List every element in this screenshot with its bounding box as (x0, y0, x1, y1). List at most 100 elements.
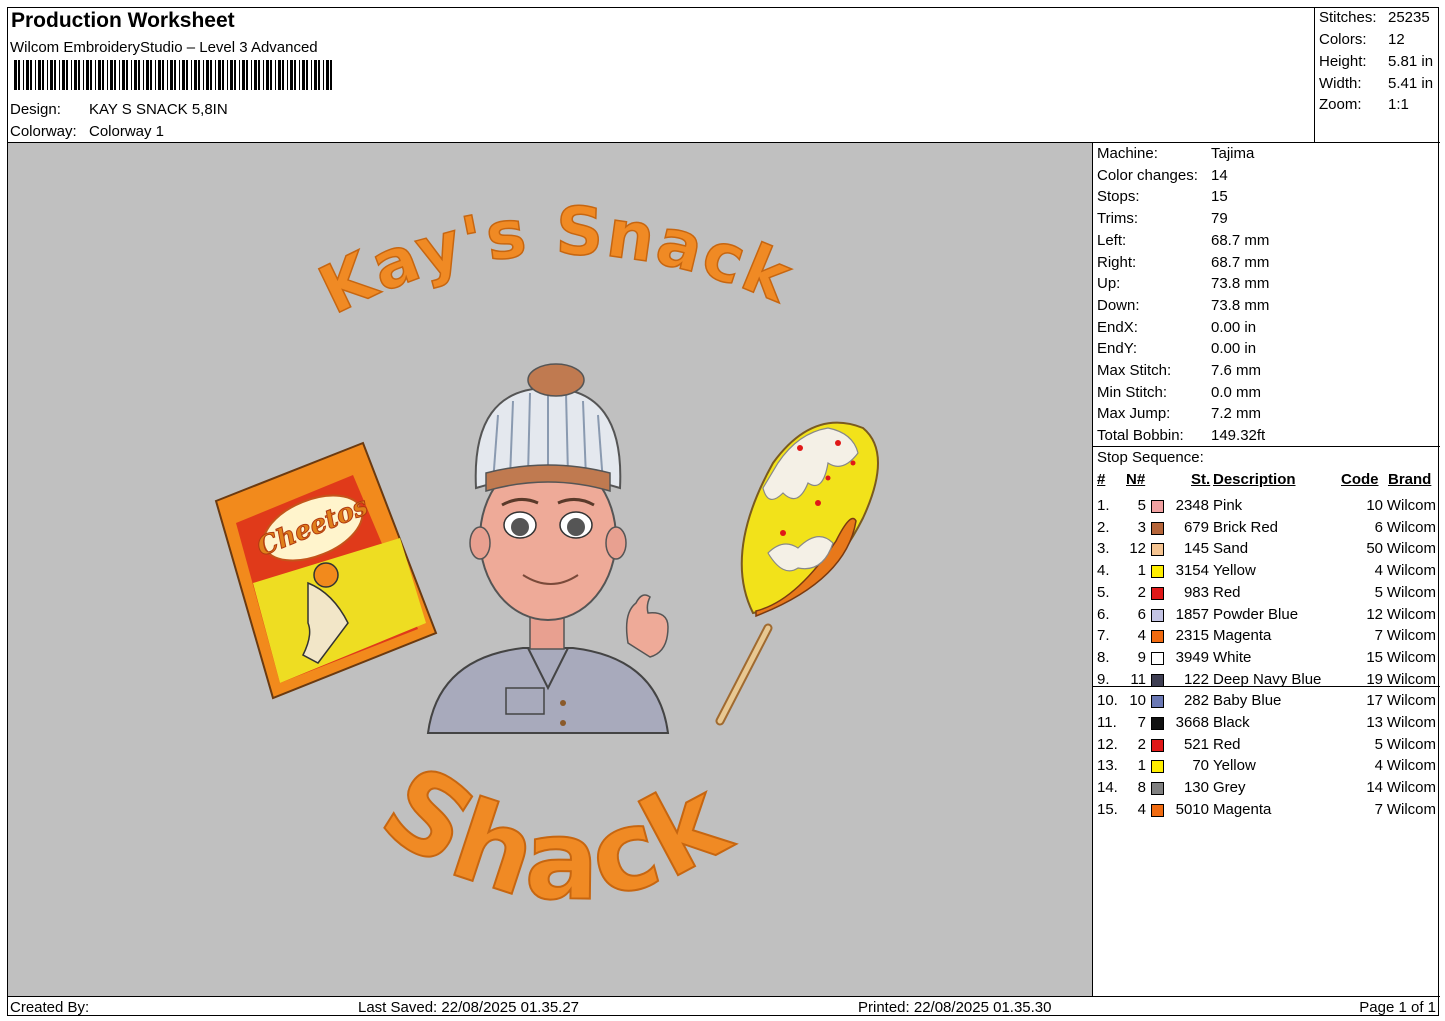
thread-brand: Wilcom (1386, 497, 1436, 514)
info-label: Up: (1097, 275, 1121, 293)
stop-row: 4. 1 3154 Yellow 4 Wilcom (1093, 562, 1440, 583)
color-swatch (1151, 500, 1164, 513)
machine-info-row: EndX: 0.00 in (1097, 319, 1256, 336)
barcode-bar (90, 60, 92, 90)
barcode-bar (323, 60, 324, 90)
barcode-bar (299, 60, 300, 90)
cheetos-bag-graphic: Cheetos (214, 441, 438, 700)
stop-index: 13. (1097, 757, 1118, 775)
info-label: EndX: (1097, 318, 1138, 336)
summary-height: Height: 5.81 in (1319, 53, 1433, 70)
machine-info-row: Trims: 79 (1097, 210, 1228, 227)
needle-number: 12 (1129, 540, 1146, 558)
barcode-bar (150, 60, 152, 90)
thread-brand: Wilcom (1386, 583, 1436, 601)
stitches-label: Stitches: (1319, 9, 1377, 26)
stop-sequence-title: Stop Sequence: (1097, 449, 1204, 466)
color-code: 6 (1374, 518, 1383, 536)
info-label: EndY: (1097, 340, 1138, 358)
top-arc-text: Kay's Snack (308, 193, 804, 330)
width-value: 5.41 in (1388, 75, 1434, 92)
info-value: 15 (1211, 188, 1228, 206)
thread-brand: Wilcom (1386, 518, 1436, 536)
color-description: Yellow (1213, 562, 1256, 580)
color-description: Grey (1213, 779, 1246, 797)
design-name-row: Design: KAY S SNACK 5,8IN (10, 101, 228, 118)
barcode-bar (275, 60, 276, 90)
color-code: 13 (1366, 714, 1383, 731)
barcode-bar (167, 60, 168, 90)
barcode-bar (47, 60, 48, 90)
stop-index: 4. (1097, 562, 1110, 580)
info-value: Tajima (1211, 145, 1255, 162)
printed-date: Printed: 22/08/2025 01.35.30 (858, 999, 1052, 1016)
needle-number: 8 (1137, 779, 1146, 797)
height-value: 5.81 in (1388, 53, 1434, 70)
barcode-bar (162, 60, 164, 90)
color-description: Brick Red (1213, 518, 1279, 536)
worksheet-header: Production Worksheet Wilcom EmbroiderySt… (8, 8, 1314, 143)
col-description: Description (1213, 471, 1296, 488)
color-description: Pink (1213, 497, 1243, 514)
barcode-bar (26, 60, 29, 90)
barcode-bar (86, 60, 89, 90)
col-needle: N# (1126, 471, 1146, 488)
created-by: Created By: (10, 999, 90, 1016)
barcode-bar (330, 60, 332, 90)
barcode-bar (270, 60, 272, 90)
barcode-bar (95, 60, 96, 90)
barcode-bar (158, 60, 161, 90)
machine-info-row: Up: 73.8 mm (1097, 275, 1269, 292)
barcode-bar (114, 60, 116, 90)
stop-row: 8. 9 3949 White 15 Wilcom (1093, 649, 1440, 670)
barcode-bar (266, 60, 269, 90)
stitch-count: 2348 (1175, 497, 1209, 514)
machine-info-row: Right: 68.7 mm (1097, 254, 1269, 271)
color-description: Sand (1213, 540, 1249, 558)
machine-info-row: Max Jump: 7.2 mm (1097, 405, 1261, 422)
barcode-bar (155, 60, 156, 90)
barcode-bar (170, 60, 173, 90)
stop-index: 1. (1097, 497, 1110, 514)
summary-box: Stitches: 25235 Colors: 12 Height: 5.81 in … (1314, 8, 1440, 143)
color-description: Powder Blue (1213, 605, 1299, 623)
info-value: 7.6 mm (1211, 362, 1262, 379)
needle-number: 3 (1137, 518, 1146, 536)
info-value: 0.00 in (1211, 340, 1257, 358)
barcode-bar (254, 60, 257, 90)
thread-brand: Wilcom (1386, 800, 1436, 818)
stop-index: 10. (1097, 692, 1118, 710)
info-label: Max Jump: (1097, 405, 1171, 423)
needle-number: 4 (1137, 800, 1146, 818)
info-label: Left: (1097, 231, 1127, 249)
info-label: Total Bobbin: (1097, 427, 1184, 445)
barcode-bar (302, 60, 305, 90)
info-value: 0.0 mm (1211, 383, 1262, 401)
barcode-bar (218, 60, 221, 90)
color-swatch (1151, 803, 1164, 817)
stitch-count: 70 (1192, 757, 1209, 775)
worksheet-footer: Created By: Last Saved: 22/08/2025 01.35… (8, 996, 1440, 1017)
info-label: Color changes: (1097, 166, 1198, 184)
color-swatch (1151, 543, 1164, 557)
thread-brand: Wilcom (1386, 540, 1436, 558)
needle-number: 1 (1137, 757, 1146, 775)
info-label: Stops: (1097, 188, 1140, 206)
color-code: 19 (1366, 670, 1383, 688)
barcode-bar (194, 60, 197, 90)
stop-index: 6. (1097, 605, 1110, 623)
stitch-count: 282 (1183, 692, 1209, 710)
barcode-bar (263, 60, 264, 90)
barcode-bar (282, 60, 284, 90)
machine-info-row: Total Bobbin: 149.32ft (1097, 427, 1265, 444)
machine-info-row: Color changes: 14 (1097, 167, 1228, 184)
zoom-label: Zoom: (1319, 96, 1362, 113)
color-code: 4 (1374, 757, 1383, 775)
stitch-count: 130 (1183, 779, 1209, 797)
barcode-bar (186, 60, 188, 90)
color-code: 10 (1366, 497, 1383, 514)
color-code: 5 (1374, 735, 1383, 753)
color-swatch (1151, 651, 1164, 665)
info-value: 73.8 mm (1211, 275, 1270, 293)
colors-label: Colors: (1319, 31, 1367, 48)
